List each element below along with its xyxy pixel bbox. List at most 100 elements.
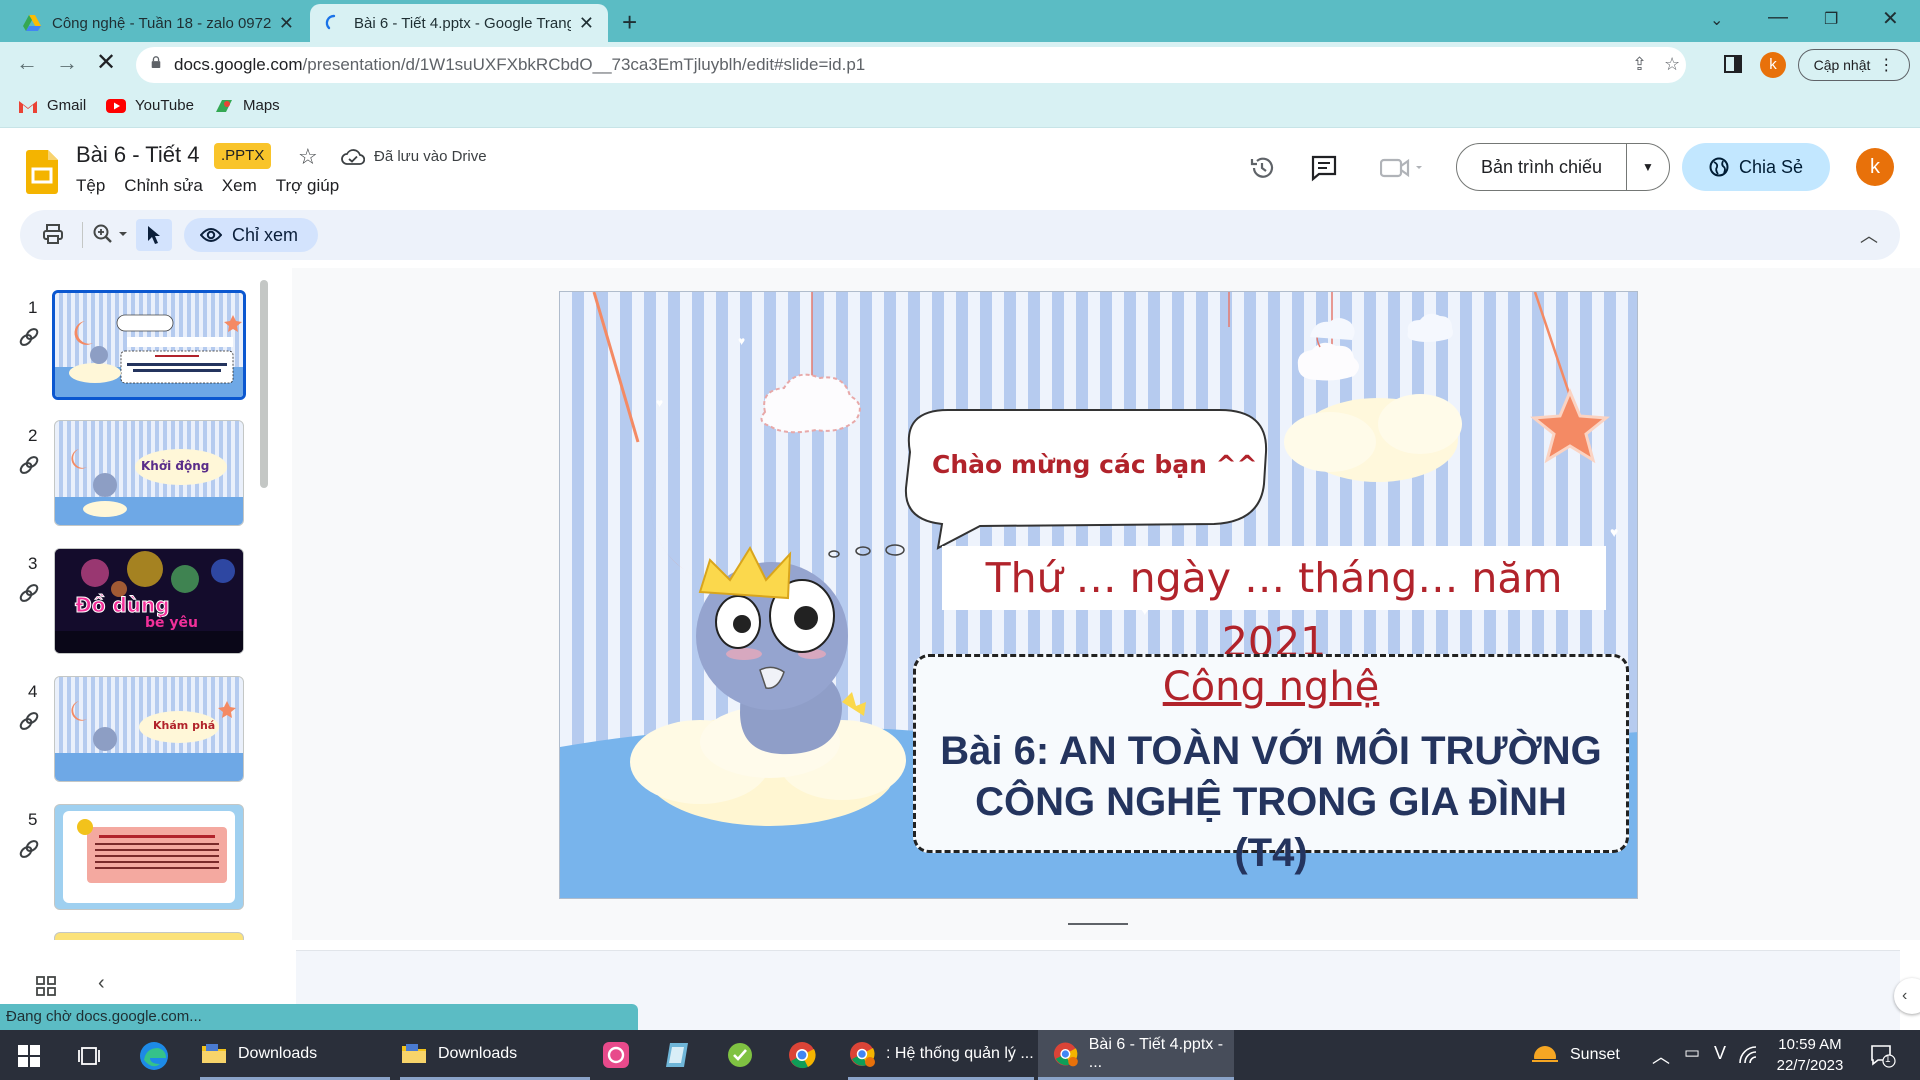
restore-icon[interactable]: ❐ (1824, 9, 1838, 29)
print-icon[interactable] (42, 223, 64, 245)
taskbar-label: : Hệ thống quản lý ... (886, 1044, 1034, 1062)
filmstrip-scrollbar[interactable] (260, 280, 268, 488)
taskbar-chrome-window-1[interactable]: : Hệ thống quản lý ... (848, 1030, 1034, 1080)
filmstrip-item-5[interactable]: 5 (0, 798, 260, 910)
share-button[interactable]: Chia Sẻ (1682, 143, 1830, 191)
chrome-icon[interactable] (788, 1041, 816, 1069)
tab-cong-nghe[interactable]: Công nghệ - Tuần 18 - zalo 0972 ✕ (8, 4, 308, 42)
menu-view[interactable]: Xem (222, 176, 257, 196)
share-page-icon[interactable]: ⇪ (1632, 54, 1647, 75)
filmstrip-item-6[interactable]: 6 (0, 926, 260, 940)
filmstrip-item-3[interactable]: 3 Đồ dùng bé yêu (0, 542, 260, 654)
window-close-icon[interactable]: ✕ (1882, 6, 1899, 31)
filmstrip-item-2[interactable]: 2 Khởi động (0, 414, 260, 526)
grid-view-icon[interactable] (36, 976, 56, 996)
document-title[interactable]: Bài 6 - Tiết 4 (76, 142, 200, 168)
bookmark-label: Maps (243, 97, 280, 114)
star-icon[interactable]: ☆ (298, 144, 318, 170)
weather-label[interactable]: Sunset (1570, 1030, 1620, 1080)
toolbar-divider (82, 222, 83, 248)
meet-camera-icon[interactable] (1380, 154, 1424, 182)
zoom-icon[interactable] (92, 223, 132, 245)
battery-icon[interactable]: ▭ (1684, 1043, 1700, 1063)
slide-thumbnail-5[interactable] (54, 804, 244, 910)
google-slides-logo-icon[interactable] (26, 150, 58, 194)
save-status[interactable]: Đã lưu vào Drive (374, 148, 487, 165)
google-drive-icon (23, 15, 41, 31)
bookmark-gmail[interactable]: Gmail (18, 97, 86, 114)
bookmark-label: YouTube (135, 97, 194, 114)
close-tab-icon[interactable]: ✕ (279, 13, 294, 34)
task-view-icon[interactable] (78, 1045, 102, 1067)
select-tool-button[interactable] (136, 219, 172, 251)
thumb-subtitle: bé yêu (145, 615, 198, 631)
thumbnail-preview (55, 293, 243, 397)
tab-slides[interactable]: Bài 6 - Tiết 4.pptx - Google Trang ✕ (310, 4, 608, 42)
photo-app-icon[interactable] (602, 1041, 630, 1069)
more-vert-icon: ⋮ (1878, 57, 1895, 74)
slide-thumbnail-6[interactable] (54, 932, 244, 940)
linked-slide-icon (19, 328, 39, 346)
editor-toolbar: Chỉ xem ︿ (20, 210, 1900, 260)
lock-icon (151, 56, 161, 68)
bookmark-star-icon[interactable]: ☆ (1664, 54, 1680, 75)
hide-filmstrip-chevron-icon[interactable]: ‹ (98, 972, 105, 995)
notes-app-icon[interactable] (664, 1041, 692, 1069)
profile-avatar[interactable]: k (1760, 52, 1786, 78)
present-button[interactable]: Bản trình chiếu ▼ (1456, 143, 1670, 191)
comments-icon[interactable] (1310, 154, 1338, 182)
windows-start-icon[interactable] (18, 1045, 40, 1067)
slide-thumbnail-1[interactable] (52, 290, 246, 400)
taskbar-downloads-1[interactable]: Downloads (200, 1030, 390, 1080)
view-only-chip[interactable]: Chỉ xem (184, 218, 319, 252)
sunset-weather-icon[interactable] (1530, 1041, 1560, 1069)
forward-arrow-icon[interactable]: → (56, 50, 78, 76)
tab-search-chevron-icon[interactable]: ⌄ (1710, 10, 1723, 30)
youtube-icon (106, 98, 126, 113)
linked-slide-icon (19, 712, 39, 730)
url-domain: docs.google.com (174, 55, 303, 74)
loading-spinner-icon (325, 14, 336, 30)
update-button[interactable]: Cập nhật ⋮ (1798, 49, 1910, 81)
menu-help[interactable]: Trợ giúp (276, 176, 339, 196)
system-clock[interactable]: 10:59 AM 22/7/2023 (1762, 1034, 1858, 1076)
slide-thumbnail-3[interactable]: Đồ dùng bé yêu (54, 548, 244, 654)
green-app-icon[interactable] (726, 1041, 754, 1069)
taskbar-downloads-2[interactable]: Downloads (400, 1030, 590, 1080)
close-tab-icon[interactable]: ✕ (579, 13, 594, 34)
edge-browser-icon[interactable] (138, 1040, 170, 1072)
filmstrip-item-1[interactable]: 1 (0, 286, 260, 400)
file-format-badge[interactable]: .PPTX (214, 143, 272, 169)
taskbar-chrome-window-2[interactable]: Bài 6 - Tiết 4.pptx - ... (1038, 1030, 1234, 1080)
back-arrow-icon[interactable]: ← (16, 50, 38, 76)
bookmark-label: Gmail (47, 97, 87, 114)
menu-edit[interactable]: Chỉnh sửa (124, 176, 202, 196)
slide-thumbnail-2[interactable]: Khởi động (54, 420, 244, 526)
collapse-menus-chevron-icon[interactable]: ︿ (1860, 222, 1878, 248)
welcome-text: Chào mừng các bạn ^^ (932, 450, 1258, 479)
notification-center-icon[interactable] (1870, 1044, 1896, 1068)
show-hidden-icons-chevron-icon[interactable]: ︿ (1652, 1043, 1670, 1069)
present-dropdown-icon[interactable]: ▼ (1627, 160, 1669, 174)
address-bar[interactable]: docs.google.com/presentation/d/1W1suUXFX… (136, 47, 1686, 83)
bookmark-maps[interactable]: Maps (214, 97, 280, 114)
update-label: Cập nhật (1813, 57, 1871, 73)
menu-file[interactable]: Tệp (76, 176, 105, 196)
wifi-icon[interactable] (1738, 1045, 1758, 1065)
new-tab-plus-icon[interactable]: + (622, 7, 637, 38)
minimize-icon[interactable]: — (1768, 6, 1788, 29)
date-line: Thứ … ngày … tháng… năm 2021 (942, 546, 1606, 666)
side-panel-icon[interactable] (1724, 55, 1742, 73)
browser-toolbar: ← → ✕ docs.google.com/presentation/d/1W1… (0, 42, 1920, 88)
stop-loading-icon[interactable]: ✕ (96, 48, 116, 77)
account-avatar[interactable]: k (1856, 148, 1894, 186)
slide-thumbnail-4[interactable]: Khám phá (54, 676, 244, 782)
speaker-notes-resize-handle[interactable] (1068, 923, 1128, 925)
bookmark-youtube[interactable]: YouTube (106, 97, 194, 114)
thumb-title: Khởi động (141, 459, 210, 473)
filmstrip-item-4[interactable]: 4 Khám phá (0, 670, 260, 782)
input-method-icon[interactable]: V (1714, 1043, 1726, 1064)
tab-title: Bài 6 - Tiết 4.pptx - Google Trang (354, 14, 571, 32)
version-history-icon[interactable] (1248, 154, 1276, 182)
taskbar-label: Downloads (238, 1044, 318, 1062)
